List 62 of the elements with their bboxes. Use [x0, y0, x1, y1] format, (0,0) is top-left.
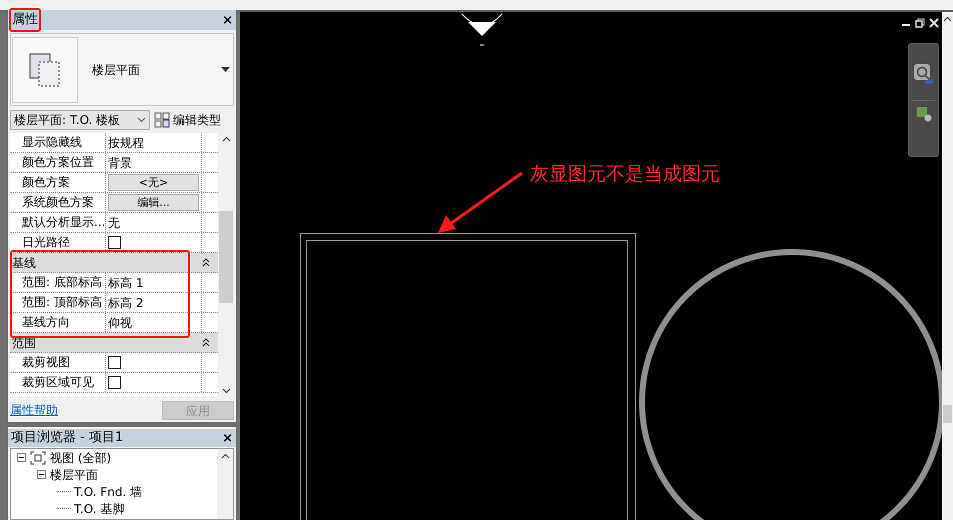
scroll-up-icon[interactable]	[222, 136, 230, 142]
value-button[interactable]: 编辑...	[108, 194, 199, 211]
group-title: 基线	[12, 254, 36, 272]
property-label: 显示隐藏线	[10, 133, 106, 152]
help-link[interactable]: 属性帮助	[10, 401, 58, 419]
chevron-icon	[137, 117, 146, 123]
scroll-up-icon[interactable]	[943, 16, 952, 22]
close-icon[interactable]	[929, 18, 939, 28]
collapse-icon[interactable]	[202, 258, 210, 267]
panel-title: 属性	[9, 8, 41, 32]
property-label: 系统颜色方案	[10, 193, 106, 212]
property-value: 按规程	[108, 134, 144, 152]
view-icon	[30, 450, 46, 464]
checkbox[interactable]	[108, 236, 121, 249]
tree-item[interactable]: 楼层平面	[50, 466, 98, 484]
collapse-icon[interactable]	[17, 453, 26, 462]
tree-item[interactable]: T.O. Fnd. 墙	[74, 482, 142, 500]
scroll-down-icon[interactable]	[222, 388, 230, 394]
scroll-thumb[interactable]	[219, 211, 233, 303]
property-value: 仰视	[108, 314, 132, 332]
property-value: 无	[108, 214, 120, 232]
property-label: 默认分析显示...	[10, 213, 106, 232]
property-value: 标高 2	[108, 294, 144, 312]
group-header[interactable]: 基线	[10, 253, 218, 273]
property-label: 日光路径	[10, 233, 106, 252]
value-button[interactable]: <无>	[108, 174, 199, 191]
scrollbar[interactable]	[942, 12, 953, 520]
tree-item[interactable]: T.O. 基脚	[74, 500, 124, 518]
dropdown-value: 楼层平面: T.O. 楼板	[14, 112, 120, 129]
scroll-thumb[interactable]	[943, 405, 952, 423]
edit-type-icon	[154, 112, 170, 128]
annotation-text: 灰显图元不是当成图元	[530, 162, 720, 187]
property-label: 裁剪视图	[10, 353, 106, 372]
collapse-icon[interactable]	[202, 338, 210, 347]
view-dropdown[interactable]: 楼层平面: T.O. 楼板	[10, 110, 150, 130]
property-label: 颜色方案	[10, 173, 106, 192]
restore-icon[interactable]	[915, 18, 925, 28]
edit-type-button[interactable]: 编辑类型	[154, 110, 221, 130]
checkbox[interactable]	[108, 356, 121, 369]
property-value: 背景	[108, 154, 132, 172]
floor-plan-icon	[29, 52, 61, 86]
type-name: 楼层平面	[92, 62, 141, 78]
close-button[interactable]: ×	[222, 14, 233, 26]
dropdown-caret-icon	[221, 67, 230, 72]
type-selector[interactable]: 楼层平面	[10, 33, 234, 106]
zoom-2d-icon[interactable]	[914, 64, 934, 86]
close-button[interactable]: ×	[222, 432, 233, 444]
property-label: 范围: 顶部标高	[10, 293, 106, 312]
property-label: 基线方向	[10, 313, 106, 332]
collapse-icon[interactable]	[37, 470, 46, 479]
drawing-canvas[interactable]: 灰显图元不是当成图元	[240, 10, 953, 520]
scroll-up-icon[interactable]	[220, 453, 230, 459]
checkbox[interactable]	[108, 376, 121, 389]
elevation-marker-drawing	[462, 14, 502, 46]
property-value: 标高 1	[108, 274, 144, 292]
property-label: 裁剪区域可见	[10, 373, 106, 392]
property-label: 范围: 底部标高	[10, 273, 106, 292]
scrollbar[interactable]	[217, 449, 233, 519]
tree-item[interactable]: 视图 (全部)	[50, 449, 112, 466]
pan-icon[interactable]	[917, 107, 933, 123]
panel-title: 项目浏览器 - 项目1	[11, 429, 124, 448]
property-label: 颜色方案位置	[10, 153, 106, 172]
